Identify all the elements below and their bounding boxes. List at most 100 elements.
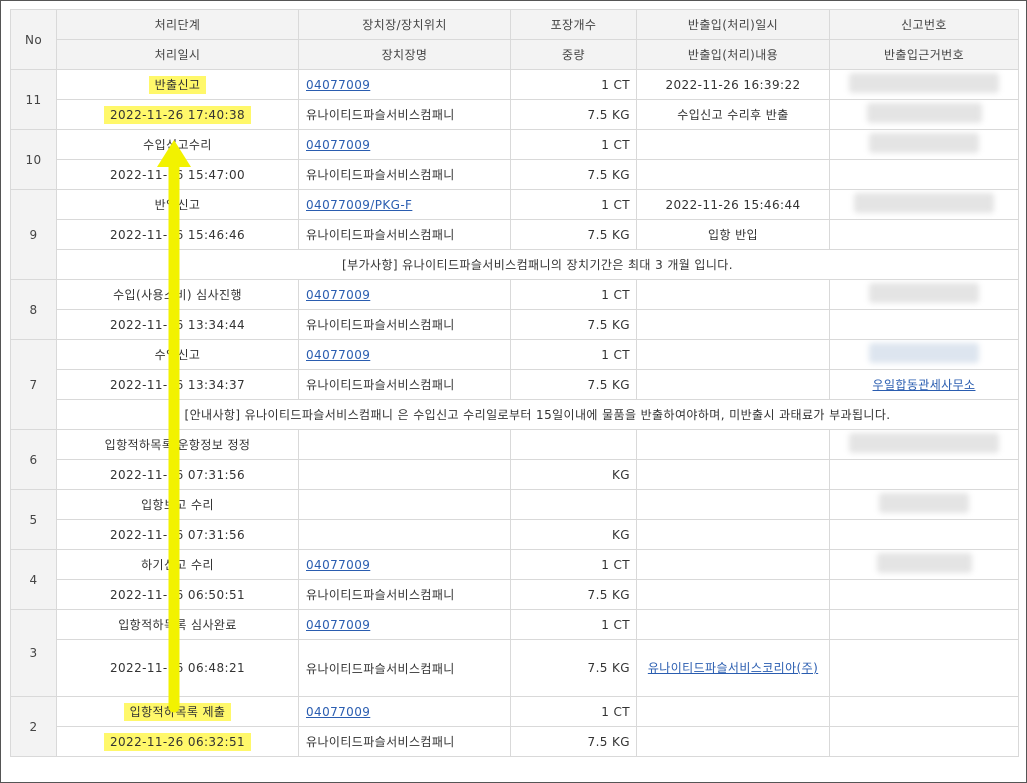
location-cell: 04077009: [298, 609, 511, 640]
location-cell: 04077009: [298, 339, 511, 370]
location-link[interactable]: 04077009: [306, 558, 370, 572]
customs-broker-link[interactable]: 우일합동관세사무소: [873, 378, 976, 392]
location-link[interactable]: 04077009: [306, 138, 370, 152]
process-step-label: 반출신고: [148, 76, 207, 94]
declaration-number: [829, 279, 1019, 310]
io-datetime: 2022-11-26 15:46:44: [636, 189, 830, 220]
header-weight: 중량: [510, 39, 637, 70]
location-cell: 04077009: [298, 696, 511, 727]
location-link[interactable]: 04077009: [306, 705, 370, 719]
process-step: 수입(사용소비) 심사진행: [56, 279, 299, 310]
process-step: 하기신고 수리: [56, 549, 299, 580]
weight: 7.5 KG: [510, 309, 637, 340]
package-count: 1 CT: [510, 549, 637, 580]
location-link[interactable]: 04077009: [306, 78, 370, 92]
weight: 7.5 KG: [510, 639, 637, 697]
io-basis-number: [829, 639, 1019, 697]
process-datetime-value: 2022-11-26 15:46:46: [109, 227, 246, 242]
redacted-value: [869, 133, 979, 153]
warehouse-name: 유나이티드파슬서비스컴패니: [298, 159, 511, 190]
row-number: 6: [10, 429, 57, 490]
package-count: 1 CT: [510, 189, 637, 220]
process-datetime: 2022-11-26 07:31:56: [56, 459, 299, 490]
io-content: [636, 519, 830, 550]
io-datetime: [636, 129, 830, 160]
weight: 7.5 KG: [510, 99, 637, 130]
warehouse-name: 유나이티드파슬서비스컴패니: [298, 579, 511, 610]
warehouse-name: 유나이티드파슬서비스컴패니: [298, 99, 511, 130]
location-cell: 04077009: [298, 129, 511, 160]
process-datetime: 2022-11-26 15:46:46: [56, 219, 299, 250]
row-number: 11: [10, 69, 57, 130]
note-text: [부가사항] 유나이티드파슬서비스컴패니의 장치기간은 최대 3 개월 입니다.: [56, 249, 1019, 280]
screenshot-frame: No 처리단계 장치장/장치위치 포장개수 반출입(처리)일시 신고번호 처리일…: [0, 0, 1027, 783]
location-link[interactable]: 04077009/PKG-F: [306, 198, 412, 212]
process-datetime: 2022-11-26 06:32:51: [56, 726, 299, 757]
warehouse-name: [298, 519, 511, 550]
header-location: 장치장/장치위치: [298, 9, 511, 40]
process-datetime: 2022-11-26 17:40:38: [56, 99, 299, 130]
cargo-tracking-table: No 처리단계 장치장/장치위치 포장개수 반출입(처리)일시 신고번호 처리일…: [10, 9, 1019, 757]
weight: 7.5 KG: [510, 579, 637, 610]
io-basis-number: [829, 726, 1019, 757]
redacted-value: [869, 283, 979, 303]
process-datetime: 2022-11-26 06:50:51: [56, 579, 299, 610]
process-step: 수입신고수리: [56, 129, 299, 160]
redacted-value: [866, 103, 982, 123]
location-link[interactable]: 04077009: [306, 288, 370, 302]
process-datetime-value: 2022-11-26 06:50:51: [109, 587, 246, 602]
note-row: [부가사항] 유나이티드파슬서비스컴패니의 장치기간은 최대 3 개월 입니다.: [11, 249, 1019, 280]
header-warehouse-name: 장치장명: [298, 39, 511, 70]
declaration-number: [829, 696, 1019, 727]
table-row: 10 수입신고수리 04077009 1 CT: [10, 129, 1019, 190]
table-row: 11 반출신고 04077009 1 CT 2022-11-26 16:39:22: [10, 69, 1019, 130]
io-basis-number: [829, 219, 1019, 250]
process-step-label: 수입신고수리: [143, 138, 212, 152]
table-row: 2022-11-26 17:40:38 유나이티드파슬서비스컴패니 7.5 KG 수입…: [11, 99, 1019, 130]
location-link[interactable]: 04077009: [306, 618, 370, 632]
process-step-label: 입항적하목록 운항정보 정정: [104, 438, 251, 452]
declaration-number: [829, 129, 1019, 160]
declaration-number: [829, 339, 1019, 370]
table-row: 2022-11-26 06:48:21 유나이티드파슬서비스컴패니 7.5 KG 유나…: [11, 639, 1019, 697]
package-count: 1 CT: [510, 339, 637, 370]
process-step: 입항보고 수리: [56, 489, 299, 520]
table-row: 2022-11-26 13:34:37 유나이티드파슬서비스컴패니 7.5 KG 우일…: [11, 369, 1019, 400]
io-content-link[interactable]: 유나이티드파슬서비스코리아(주): [648, 661, 818, 675]
note-row: [안내사항] 유나이티드파슬서비스컴패니 은 수입신고 수리일로부터 15일이내…: [11, 399, 1019, 430]
process-step-label: 수입(사용소비) 심사진행: [113, 288, 242, 302]
row-number: 9: [10, 189, 57, 280]
redacted-value: [849, 433, 999, 453]
row-number: 4: [10, 549, 57, 610]
header-no: No: [10, 9, 57, 70]
table-row: 4 하기신고 수리 04077009 1 CT: [10, 549, 1019, 610]
io-datetime: [636, 696, 830, 727]
process-datetime-value: 2022-11-26 15:47:00: [109, 167, 246, 182]
location-cell: 04077009: [298, 549, 511, 580]
row-number: 3: [10, 609, 57, 697]
location-cell: 04077009/PKG-F: [298, 189, 511, 220]
redacted-value: [876, 553, 972, 573]
weight: 7.5 KG: [510, 159, 637, 190]
weight: 7.5 KG: [510, 219, 637, 250]
declaration-number: [829, 489, 1019, 520]
io-content: [636, 459, 830, 490]
process-datetime-value: 2022-11-26 17:40:38: [103, 105, 252, 124]
header-io-basis-number: 반출입근거번호: [829, 39, 1019, 70]
process-datetime-value: 2022-11-26 07:31:56: [109, 467, 246, 482]
location-link[interactable]: 04077009: [306, 348, 370, 362]
package-count: 1 CT: [510, 609, 637, 640]
declaration-number: [829, 69, 1019, 100]
io-basis-number: 우일합동관세사무소: [829, 369, 1019, 400]
process-step-label: 입항적하목록 심사완료: [118, 618, 237, 632]
warehouse-name: 유나이티드파슬서비스컴패니: [298, 219, 511, 250]
table-row: 2022-11-26 07:31:56 KG: [11, 519, 1019, 550]
table-row: 2022-11-26 15:47:00 유나이티드파슬서비스컴패니 7.5 KG: [11, 159, 1019, 190]
warehouse-name: 유나이티드파슬서비스컴패니: [298, 369, 511, 400]
table-row: 5 입항보고 수리: [10, 489, 1019, 550]
table-row: 2022-11-26 15:46:46 유나이티드파슬서비스컴패니 7.5 KG 입항…: [11, 219, 1019, 250]
process-datetime-value: 2022-11-26 06:32:51: [103, 732, 252, 751]
weight: 7.5 KG: [510, 369, 637, 400]
process-step: 입항적하목록 운항정보 정정: [56, 429, 299, 460]
process-datetime-value: 2022-11-26 13:34:37: [109, 377, 246, 392]
